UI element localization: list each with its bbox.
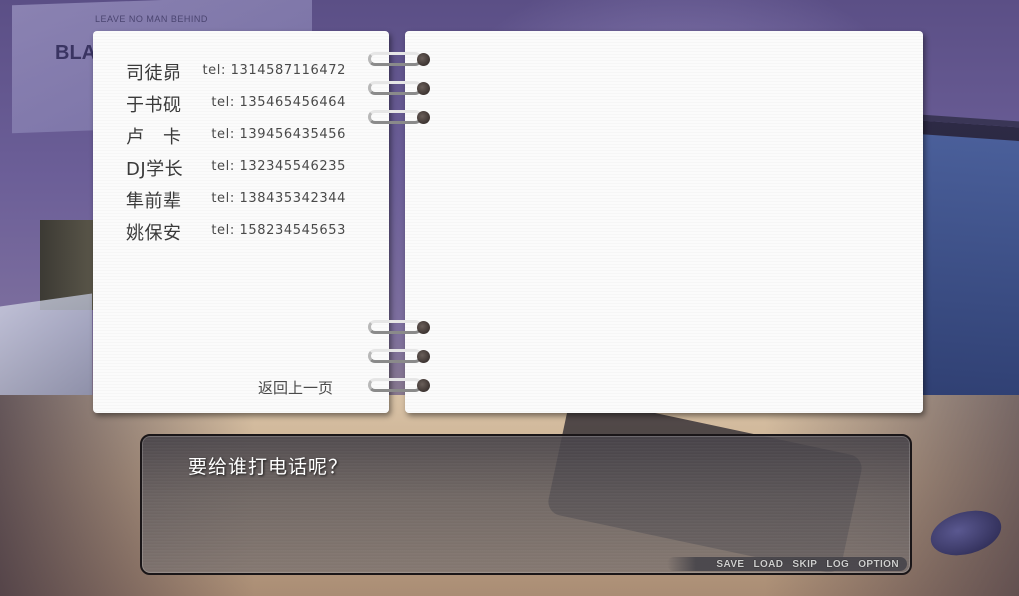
dialogue-text: 要给谁打电话呢？ (188, 456, 349, 478)
system-menu-bar: SAVE LOAD SKIP LOG OPTION (667, 557, 907, 571)
option-button[interactable]: OPTION (858, 559, 899, 570)
binder-ring (366, 108, 430, 126)
binder-ring (366, 50, 430, 68)
contact-entry-lu-ka[interactable]: 卢 卡 tel: 139456435456 (126, 123, 348, 148)
contact-tel: tel: 1314587116472 (202, 63, 346, 78)
back-page-button[interactable]: 返回上一页 (258, 377, 333, 398)
contact-name: 司徒昴 (126, 63, 182, 84)
contact-entry-yao-security[interactable]: 姚保安 tel: 158234545653 (126, 219, 348, 244)
load-button[interactable]: LOAD (753, 559, 783, 570)
contact-tel: tel: 158234545653 (211, 223, 346, 238)
contact-name: DJ学长 (126, 159, 184, 180)
contact-entry-sun-senior[interactable]: 隼前辈 tel: 138435342344 (126, 187, 348, 212)
contact-entry-situ-mao[interactable]: 司徒昴 tel: 1314587116472 (126, 59, 348, 84)
contact-name: 姚保安 (126, 223, 182, 244)
monitor-screen (920, 134, 1019, 412)
contact-entry-yu-shuyan[interactable]: 于书砚 tel: 135465456464 (126, 91, 348, 116)
skip-button[interactable]: SKIP (792, 559, 817, 570)
binder-ring (366, 79, 430, 97)
binder-ring (366, 376, 430, 394)
phonebook-right-page (405, 31, 923, 413)
contact-tel: tel: 135465456464 (211, 95, 346, 110)
poster-tagline: LEAVE NO MAN BEHIND (95, 14, 208, 24)
contact-tel: tel: 138435342344 (211, 191, 346, 206)
contact-name: 隼前辈 (126, 191, 182, 212)
binder-ring (366, 347, 430, 365)
save-button[interactable]: SAVE (716, 559, 744, 570)
contact-tel: tel: 139456435456 (211, 127, 346, 142)
log-button[interactable]: LOG (826, 559, 849, 570)
binder-ring (366, 318, 430, 336)
contact-tel: tel: 132345546235 (211, 159, 346, 174)
contact-entry-dj-senior[interactable]: DJ学长 tel: 132345546235 (126, 155, 348, 180)
contact-name: 卢 卡 (126, 127, 182, 148)
dialogue-box[interactable]: 要给谁打电话呢？ SAVE LOAD SKIP LOG OPTION (140, 434, 912, 575)
contact-name: 于书砚 (126, 95, 182, 116)
